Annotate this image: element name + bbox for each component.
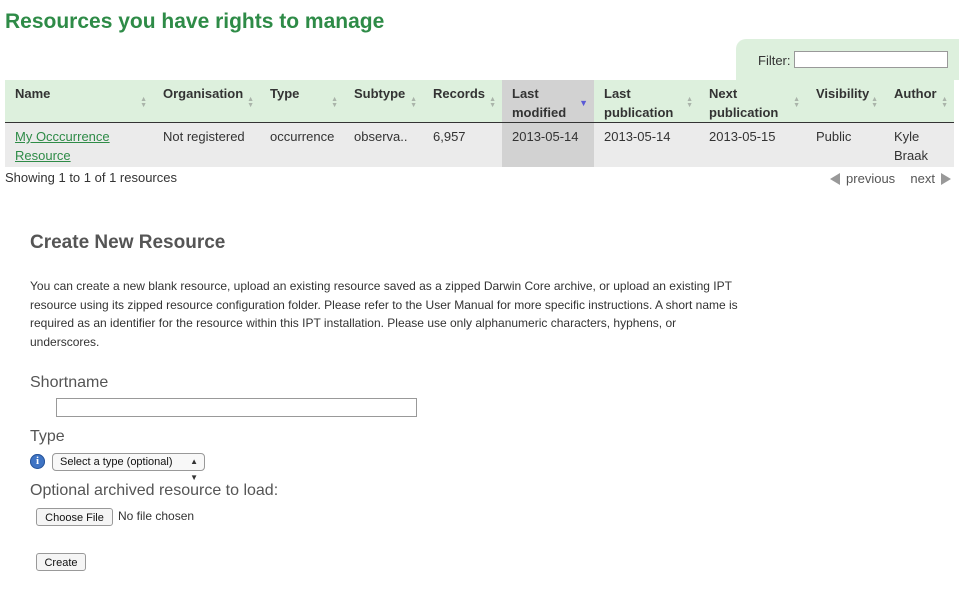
column-header-label: Name [15,86,51,101]
type-select-value: Select a type (optional) [60,456,173,468]
column-header-label: publication [709,105,779,120]
pagination: previous next [830,170,951,186]
sort-arrows-icon: ▲ ▼ [686,96,693,109]
shortname-label: Shortname [30,374,109,391]
sort-descending-icon: ▼ [579,98,588,108]
filter-input[interactable] [794,51,948,68]
resource-link-text: My Occcurrence [15,129,110,144]
archive-label: Optional archived resource to load: [30,482,279,499]
create-resource-title: Create New Resource [30,232,226,253]
column-header-label: publication [604,105,674,120]
column-header-last-publication[interactable]: Last publication ▲ ▼ [594,80,699,122]
column-header-visibility[interactable]: Visibility ▲ ▼ [806,80,884,122]
cell-name: My Occcurrence Resource [15,127,110,165]
author-text: Kyle [894,129,920,144]
choose-file-button[interactable]: Choose File [36,508,113,526]
sort-arrows-icon: ▲ ▼ [410,96,417,109]
column-header-next-publication[interactable]: Next publication ▲ ▼ [699,80,806,122]
column-header-label: Last [604,86,631,101]
sort-arrows-icon: ▲ ▼ [793,96,800,109]
type-select[interactable]: Select a type (optional) ▲ ▼ [52,453,205,482]
cell-subtype: observa.. [354,129,408,144]
cell-last-publication: 2013-05-14 [604,129,671,144]
create-resource-intro: You can create a new blank resource, upl… [30,279,738,349]
sort-arrows-icon: ▲ ▼ [140,96,147,109]
column-header-records[interactable]: Records ▲ ▼ [423,80,502,122]
sort-arrows-icon: ▲ ▼ [871,96,878,109]
resource-link-text: Resource [15,148,71,163]
create-button[interactable]: Create [36,553,86,571]
cell-author: Kyle Braak [894,127,928,165]
cell-type: occurrence [270,129,335,144]
sort-arrows-icon: ▲ ▼ [247,96,254,109]
arrow-right-icon[interactable] [941,172,951,185]
column-header-label: Next [709,86,738,101]
cell-organisation: Not registered [163,129,245,144]
table-header: Name ▲ ▼ Organisation ▲ ▼ Type ▲ ▼ Subtype … [5,80,954,123]
page-title: Resources you have rights to manage [5,10,385,33]
sort-arrows-icon: ▲ ▼ [489,96,496,109]
column-header-last-modified[interactable]: Last modified ▼ [502,80,594,122]
shortname-input[interactable] [56,398,417,417]
resource-link[interactable]: My Occcurrence Resource [15,129,110,163]
type-label: Type [30,428,65,445]
column-header-subtype[interactable]: Subtype ▲ ▼ [344,80,423,122]
cell-next-publication: 2013-05-15 [709,129,776,144]
info-icon[interactable]: i [30,454,45,469]
author-text: Braak [894,148,928,163]
column-header-author[interactable]: Author ▲ ▼ [884,80,954,122]
cell-last-modified: 2013-05-14 [502,123,594,167]
column-header-name[interactable]: Name ▲ ▼ [5,80,153,122]
arrow-left-icon[interactable] [830,172,841,185]
sort-arrows-icon: ▲ ▼ [941,96,948,109]
cell-records: 6,957 [433,129,466,144]
no-file-text: No file chosen [118,509,195,523]
next-link[interactable]: next [910,171,935,186]
column-header-type[interactable]: Type ▲ ▼ [260,80,344,122]
sort-arrows-icon: ▲ ▼ [331,96,338,109]
column-header-label: Organisation [163,86,244,101]
cell-visibility: Public [816,129,852,144]
column-header-organisation[interactable]: Organisation ▲ ▼ [153,80,260,122]
filter-label: Filter: [758,53,791,68]
previous-link[interactable]: previous [846,171,895,186]
table-row: My Occcurrence Resource Not registered oc… [5,123,954,167]
table-info: Showing 1 to 1 of 1 resources [5,170,177,185]
